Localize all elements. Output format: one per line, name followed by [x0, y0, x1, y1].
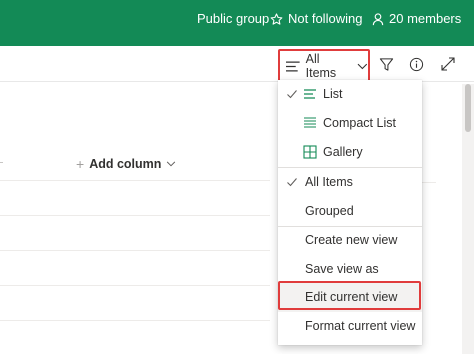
checkmark-icon: [287, 90, 297, 99]
table-row[interactable]: [0, 250, 270, 251]
menu-item-label: Save view as: [305, 262, 379, 276]
menu-item-label: All Items: [305, 175, 353, 189]
checkmark-icon: [287, 178, 297, 187]
table-row[interactable]: [0, 215, 270, 216]
members-label: 20 members: [389, 11, 462, 26]
vertical-scrollbar[interactable]: [462, 84, 474, 354]
info-icon[interactable]: [407, 55, 425, 73]
view-selector-button[interactable]: All Items: [278, 49, 370, 83]
members-button[interactable]: 20 members: [372, 11, 461, 27]
menu-item-label: List: [323, 87, 343, 101]
scrollbar-thumb[interactable]: [465, 84, 471, 132]
follow-button[interactable]: Not following: [270, 11, 362, 27]
star-icon: [270, 12, 283, 25]
command-bar: All Items: [0, 46, 474, 83]
menu-item-grouped[interactable]: Grouped: [278, 197, 422, 226]
add-column-button[interactable]: + Add column: [76, 156, 176, 172]
menu-item-label: Compact List: [323, 116, 396, 130]
menu-item-list[interactable]: List: [278, 80, 422, 109]
table-row[interactable]: [0, 320, 270, 321]
menu-item-format-current-view[interactable]: Format current view: [278, 312, 422, 341]
site-header: Public group Not following 20 members: [0, 0, 474, 46]
menu-item-label: Format current view: [305, 319, 416, 333]
expand-icon[interactable]: [439, 55, 457, 73]
view-selector-label: All Items: [305, 52, 337, 80]
menu-item-create-new-view[interactable]: Create new view: [278, 226, 422, 255]
group-privacy-label: Public group: [197, 11, 270, 26]
plus-icon: +: [76, 156, 85, 172]
menu-item-save-view-as[interactable]: Save view as: [278, 255, 422, 284]
menu-item-label: Gallery: [323, 145, 363, 159]
chevron-down-icon: [357, 63, 368, 69]
view-options-icon: [286, 61, 300, 71]
add-column-label: Add column: [89, 157, 162, 171]
menu-item-all-items[interactable]: All Items: [278, 168, 422, 197]
gallery-icon: [303, 145, 317, 159]
highlight-box: [278, 281, 421, 310]
person-icon: [372, 12, 384, 25]
follow-label: Not following: [288, 11, 363, 26]
menu-item-label: Create new view: [305, 233, 398, 247]
menu-item-compact-list[interactable]: Compact List: [278, 109, 422, 138]
menu-item-gallery[interactable]: Gallery: [278, 138, 422, 167]
chevron-down-icon: [167, 161, 176, 167]
page: Public group Not following 20 members Al…: [0, 0, 474, 354]
list-icon: [304, 89, 316, 99]
column-header-border: [420, 182, 436, 183]
menu-item-label: Grouped: [305, 204, 354, 218]
filter-icon[interactable]: [377, 55, 395, 73]
compact-list-icon: [304, 117, 316, 128]
table-row[interactable]: [0, 285, 270, 286]
